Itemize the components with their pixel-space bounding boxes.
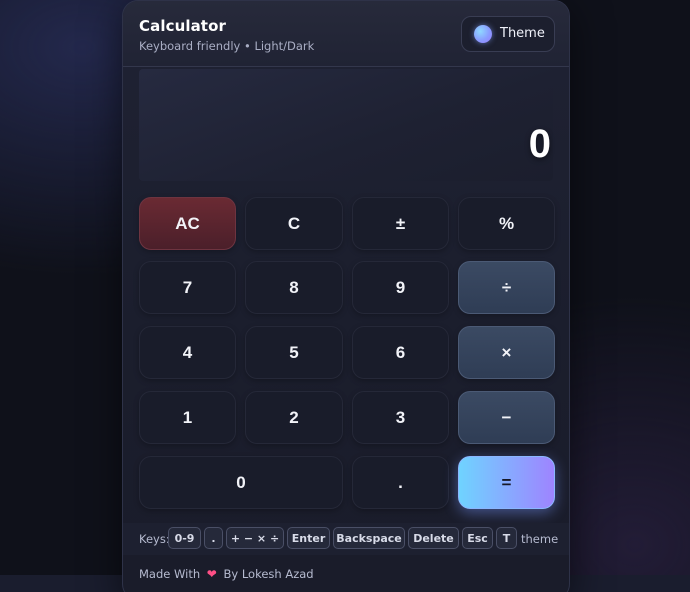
digit-9-button[interactable]: 9 (352, 261, 449, 314)
subtract-button[interactable]: − (458, 391, 555, 444)
digit-3-button[interactable]: 3 (352, 391, 449, 444)
clear-entry-button[interactable]: C (245, 197, 343, 250)
digit-7-button[interactable]: 7 (139, 261, 236, 314)
app-title: Calculator (139, 17, 226, 35)
display-value: 0 (528, 122, 551, 166)
equals-button[interactable]: = (458, 456, 555, 509)
digit-8-button[interactable]: 8 (245, 261, 343, 314)
kbd-digits: 0-9 (168, 527, 201, 549)
digit-6-button[interactable]: 6 (352, 326, 449, 379)
author-credit: By Lokesh Azad (223, 567, 314, 581)
percent-button[interactable]: % (458, 197, 555, 250)
theme-orb-icon (474, 25, 492, 43)
digit-5-button[interactable]: 5 (245, 326, 343, 379)
heart-icon: ❤ (206, 567, 217, 581)
shortcuts-theme-label: theme (521, 532, 559, 546)
footer-credit: Made With ❤ By Lokesh Azad (139, 567, 314, 581)
multiply-button[interactable]: × (458, 326, 555, 379)
theme-button-label: Theme (500, 26, 545, 41)
shortcuts-label: Keys: (139, 532, 170, 546)
kbd-escape: Esc (462, 527, 493, 549)
calculator-card: Calculator Keyboard friendly • Light/Dar… (122, 0, 570, 592)
divide-button[interactable]: ÷ (458, 261, 555, 314)
kbd-decimal: . (204, 527, 223, 549)
app-subtitle: Keyboard friendly • Light/Dark (139, 39, 315, 53)
kbd-backspace: Backspace (333, 527, 405, 549)
calculator-display: 0 (139, 69, 553, 181)
kbd-theme-t: T (496, 527, 517, 549)
digit-1-button[interactable]: 1 (139, 391, 236, 444)
digit-2-button[interactable]: 2 (245, 391, 343, 444)
digit-4-button[interactable]: 4 (139, 326, 236, 379)
keyboard-shortcuts-bar: Keys: 0-9 . + − × ÷ Enter Backspace Dele… (123, 523, 569, 555)
kbd-enter: Enter (287, 527, 330, 549)
all-clear-button[interactable]: AC (139, 197, 236, 250)
theme-toggle-button[interactable]: Theme (461, 16, 555, 52)
toggle-sign-button[interactable]: ± (352, 197, 449, 250)
kbd-delete: Delete (408, 527, 459, 549)
made-with-text: Made With (139, 567, 201, 581)
calculator-header: Calculator Keyboard friendly • Light/Dar… (123, 1, 569, 67)
kbd-operators: + − × ÷ (226, 527, 284, 549)
digit-0-button[interactable]: 0 (139, 456, 343, 509)
decimal-point-button[interactable]: . (352, 456, 449, 509)
